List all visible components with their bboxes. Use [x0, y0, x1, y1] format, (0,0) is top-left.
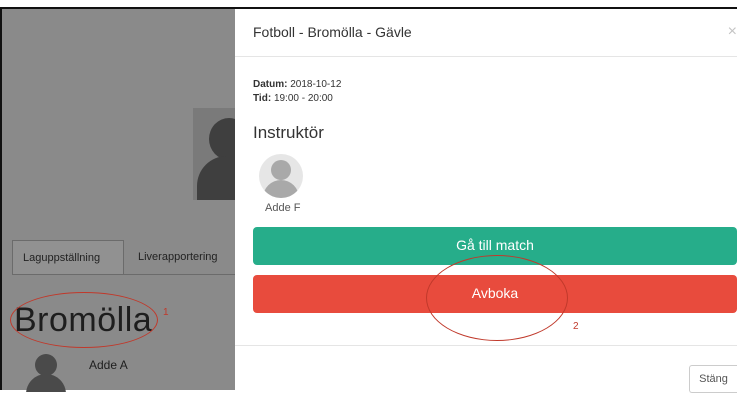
annotation-number-2: 2 — [573, 321, 579, 332]
modal-footer-divider — [235, 345, 737, 346]
date-line: Datum: 2018-10-12 — [253, 79, 341, 90]
booking-modal: Fotboll - Bromölla - Gävle × Datum: 2018… — [235, 9, 737, 393]
modal-title: Fotboll - Bromölla - Gävle — [253, 24, 412, 40]
close-icon[interactable]: × — [728, 23, 737, 41]
player-avatar-icon — [24, 352, 68, 392]
instructor-avatar-icon — [259, 154, 303, 198]
close-button[interactable]: Stäng — [689, 365, 737, 393]
annotation-circle-1 — [10, 292, 158, 348]
time-label: Tid: — [253, 93, 272, 104]
tabs-divider — [12, 274, 235, 275]
annotation-circle-2 — [426, 255, 568, 341]
time-line: Tid: 19:00 - 20:00 — [253, 93, 333, 104]
time-value: 19:00 - 20:00 — [273, 93, 333, 104]
annotation-number-1: 1 — [163, 307, 169, 318]
instructor-name: Adde F — [265, 202, 301, 214]
date-label: Datum: — [253, 79, 288, 90]
modal-header: Fotboll - Bromölla - Gävle × — [235, 9, 737, 57]
date-value: 2018-10-12 — [290, 79, 342, 90]
player-name: Adde A — [89, 358, 128, 372]
tab-laguppstallning[interactable]: Laguppställning — [12, 240, 124, 274]
background-avatar-icon — [193, 108, 235, 200]
instructor-section-title: Instruktör — [253, 123, 324, 142]
tab-liverapportering[interactable]: Liverapportering — [128, 240, 235, 274]
